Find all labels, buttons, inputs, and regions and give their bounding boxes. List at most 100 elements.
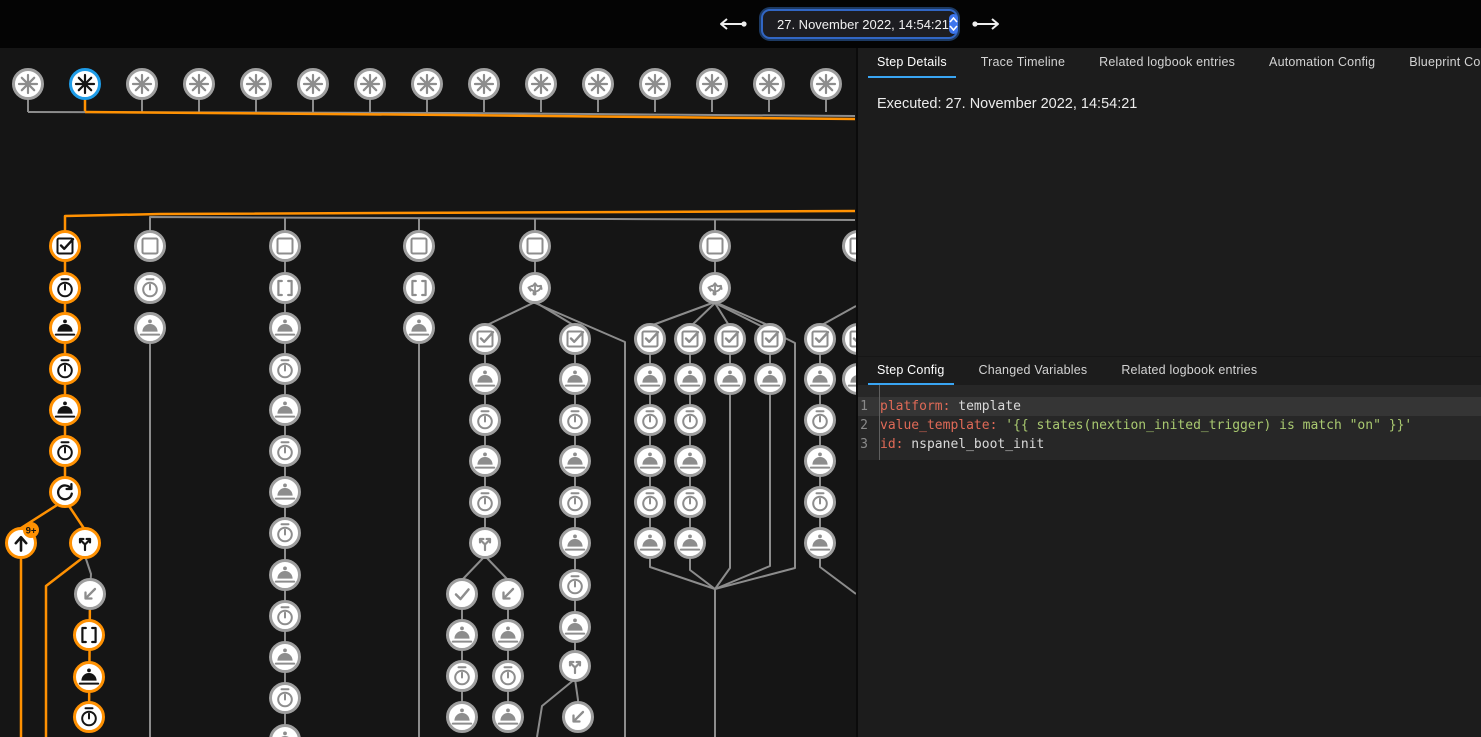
service-call-node[interactable] [756, 365, 785, 394]
check-node[interactable] [448, 580, 477, 609]
arrow-down-left-node[interactable] [76, 580, 105, 609]
service-call-node[interactable] [561, 613, 590, 642]
service-call-node[interactable] [75, 663, 104, 692]
condition-node[interactable] [521, 232, 550, 261]
service-call-node[interactable] [561, 447, 590, 476]
condition-node[interactable] [716, 325, 745, 354]
delay-node[interactable] [676, 488, 705, 517]
service-call-node[interactable] [561, 365, 590, 394]
condition-node[interactable] [51, 232, 80, 261]
choose-node[interactable] [701, 274, 730, 303]
service-call-node[interactable] [844, 365, 857, 394]
trigger-node[interactable] [755, 70, 784, 99]
service-call-node[interactable] [636, 365, 665, 394]
tab-step-config[interactable]: Step Config [868, 357, 954, 385]
service-call-node[interactable] [494, 621, 523, 650]
tab-related-logbook-entries[interactable]: Related logbook entries [1112, 357, 1266, 385]
service-call-node[interactable] [51, 314, 80, 343]
condition-node[interactable] [471, 325, 500, 354]
trigger-node[interactable] [527, 70, 556, 99]
sequence-node[interactable] [405, 274, 434, 303]
service-call-node[interactable] [676, 447, 705, 476]
condition-node[interactable] [676, 325, 705, 354]
delay-node[interactable] [561, 488, 590, 517]
delay-node[interactable] [51, 437, 80, 466]
delay-node[interactable] [271, 437, 300, 466]
service-call-node[interactable] [405, 314, 434, 343]
trigger-node[interactable] [641, 70, 670, 99]
delay-node[interactable] [448, 662, 477, 691]
trigger-node[interactable] [14, 70, 43, 99]
service-call-node[interactable] [561, 529, 590, 558]
if-node[interactable] [71, 529, 100, 558]
arrow-down-left-node[interactable] [564, 703, 593, 732]
sequence-node[interactable] [271, 274, 300, 303]
service-call-node[interactable] [271, 643, 300, 672]
arrow-down-left-node[interactable] [494, 580, 523, 609]
sequence-node[interactable] [75, 621, 104, 650]
delay-node[interactable] [271, 602, 300, 631]
condition-node[interactable] [136, 232, 165, 261]
service-call-node[interactable] [448, 703, 477, 732]
condition-node[interactable] [271, 232, 300, 261]
service-call-node[interactable] [806, 447, 835, 476]
code-line[interactable]: 3id: nspanel_boot_init [858, 435, 1481, 454]
previous-run-button[interactable] [716, 15, 750, 33]
condition-node[interactable] [756, 325, 785, 354]
tab-related-logbook-entries[interactable]: Related logbook entries [1090, 48, 1244, 78]
trigger-node[interactable] [470, 70, 499, 99]
delay-node[interactable] [271, 355, 300, 384]
trigger-node[interactable] [584, 70, 613, 99]
delay-node[interactable] [51, 274, 80, 303]
condition-node[interactable] [844, 325, 857, 354]
run-select[interactable]: 27. November 2022, 14:54:21 [763, 11, 956, 37]
condition-node[interactable] [844, 232, 857, 261]
trigger-node[interactable] [413, 70, 442, 99]
service-call-node[interactable] [676, 365, 705, 394]
delay-node[interactable] [471, 488, 500, 517]
trigger-node[interactable] [356, 70, 385, 99]
condition-node[interactable] [405, 232, 434, 261]
delay-node[interactable] [271, 519, 300, 548]
trigger-node[interactable] [812, 70, 841, 99]
condition-node[interactable] [636, 325, 665, 354]
trigger-node[interactable] [698, 70, 727, 99]
delay-node[interactable] [806, 488, 835, 517]
service-call-node[interactable] [271, 726, 300, 737]
delay-node[interactable] [636, 406, 665, 435]
delay-node[interactable] [494, 662, 523, 691]
trigger-node[interactable] [128, 70, 157, 99]
code-line[interactable]: 1platform: template [858, 397, 1481, 416]
service-call-node[interactable] [136, 314, 165, 343]
trigger-node[interactable] [242, 70, 271, 99]
delay-node[interactable] [136, 274, 165, 303]
tab-blueprint-config[interactable]: Blueprint Config [1400, 48, 1481, 78]
if-node[interactable] [471, 529, 500, 558]
service-call-node[interactable] [271, 478, 300, 507]
tab-step-details[interactable]: Step Details [868, 48, 956, 78]
service-call-node[interactable] [806, 529, 835, 558]
service-call-node[interactable] [271, 314, 300, 343]
delay-node[interactable] [51, 355, 80, 384]
tab-automation-config[interactable]: Automation Config [1260, 48, 1384, 78]
next-run-button[interactable] [969, 15, 1003, 33]
service-call-node[interactable] [471, 447, 500, 476]
code-line[interactable]: 2value_template: '{{ states(nextion_init… [858, 416, 1481, 435]
delay-node[interactable] [75, 703, 104, 732]
service-call-node[interactable] [271, 396, 300, 425]
tab-changed-variables[interactable]: Changed Variables [970, 357, 1097, 385]
repeat-node[interactable] [51, 478, 80, 507]
service-call-node[interactable] [636, 529, 665, 558]
delay-node[interactable] [561, 406, 590, 435]
trigger-node[interactable] [299, 70, 328, 99]
trigger-node[interactable] [185, 70, 214, 99]
service-call-node[interactable] [716, 365, 745, 394]
if-node[interactable] [561, 652, 590, 681]
service-call-node[interactable] [271, 561, 300, 590]
delay-node[interactable] [636, 488, 665, 517]
delay-node[interactable] [561, 571, 590, 600]
condition-node[interactable] [806, 325, 835, 354]
tab-trace-timeline[interactable]: Trace Timeline [972, 48, 1074, 78]
trigger-node[interactable] [71, 70, 100, 99]
service-call-node[interactable] [636, 447, 665, 476]
